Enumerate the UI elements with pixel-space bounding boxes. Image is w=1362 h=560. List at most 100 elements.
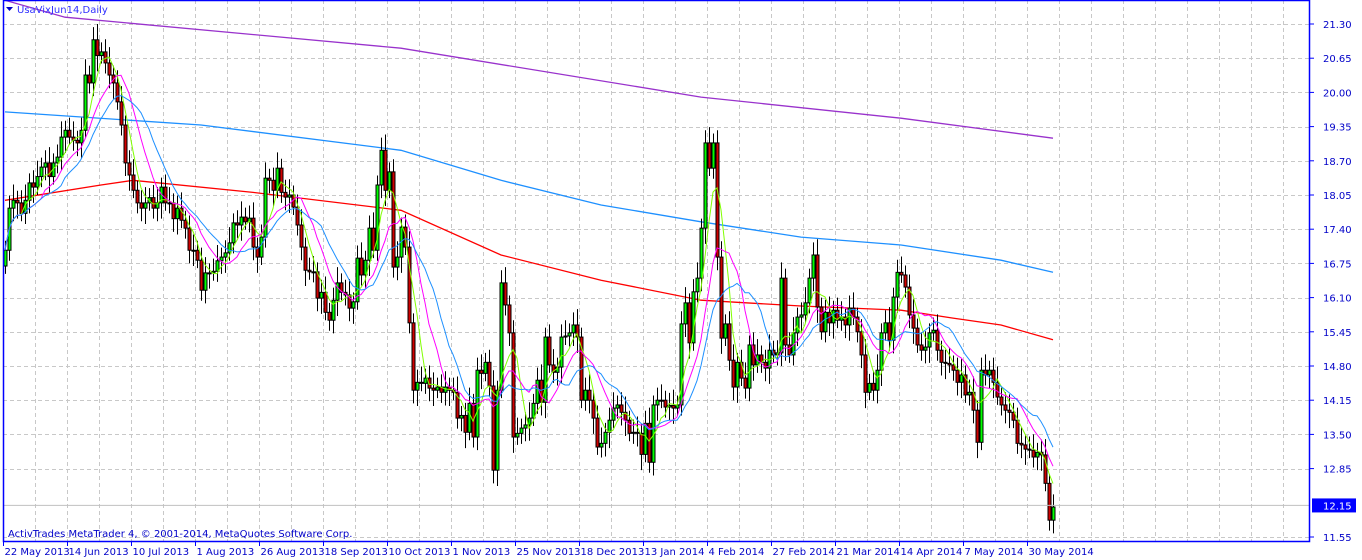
candle-body-bull bbox=[175, 207, 180, 220]
candle-body-bear bbox=[815, 254, 820, 308]
candle bbox=[63, 120, 68, 153]
candle-body-bear bbox=[431, 387, 436, 391]
candle-body-bull bbox=[699, 227, 704, 279]
candle bbox=[143, 187, 148, 224]
candle bbox=[551, 349, 556, 383]
candle bbox=[123, 115, 128, 177]
x-tick-label: 26 Aug 2013 bbox=[261, 547, 325, 558]
candle-body-bear bbox=[107, 62, 112, 76]
candle bbox=[823, 299, 828, 343]
candle bbox=[559, 324, 564, 383]
candle-body-bear bbox=[199, 259, 204, 291]
candle bbox=[1011, 402, 1016, 429]
candle bbox=[879, 323, 884, 386]
candle-body-bull bbox=[191, 249, 196, 252]
candle bbox=[871, 370, 876, 401]
candle bbox=[71, 121, 76, 151]
candle-body-bull bbox=[531, 402, 536, 419]
candle bbox=[503, 267, 508, 316]
candle-body-bear bbox=[595, 417, 600, 448]
candle-body-bear bbox=[1007, 409, 1012, 413]
candle bbox=[375, 175, 380, 261]
x-tick-label: 14 Apr 2014 bbox=[901, 547, 963, 558]
candle bbox=[927, 323, 932, 363]
candle bbox=[483, 352, 488, 382]
candle-body-bear bbox=[127, 162, 132, 176]
candle bbox=[783, 268, 788, 361]
y-tick-label: 16.10 bbox=[1323, 294, 1352, 305]
candle bbox=[607, 407, 612, 449]
x-tick-label: 25 Nov 2013 bbox=[517, 547, 581, 558]
candle bbox=[171, 193, 176, 232]
candle bbox=[727, 311, 732, 371]
candle-body-bull bbox=[227, 242, 232, 254]
x-tick-label: 13 Jan 2014 bbox=[645, 547, 705, 558]
candle bbox=[955, 357, 960, 396]
candle-body-bear bbox=[391, 171, 396, 268]
candle bbox=[863, 339, 868, 409]
candle bbox=[263, 162, 268, 248]
candle-body-bull bbox=[423, 377, 428, 384]
candle-body-bull bbox=[735, 361, 740, 388]
candle bbox=[1035, 442, 1040, 471]
candle bbox=[759, 345, 764, 373]
candle-body-bear bbox=[503, 282, 508, 306]
candle bbox=[971, 376, 976, 424]
candle-body-bear bbox=[587, 389, 592, 401]
candle-body-bull bbox=[415, 381, 420, 391]
y-tick-label: 15.45 bbox=[1323, 328, 1352, 339]
candle-body-bear bbox=[1003, 404, 1008, 411]
ma-long-purple-line bbox=[4, 0, 1054, 139]
candle bbox=[19, 190, 24, 222]
candle-body-bear bbox=[511, 332, 516, 438]
y-tick-label: 12.85 bbox=[1323, 465, 1352, 476]
candle bbox=[111, 65, 116, 99]
candle-body-bull bbox=[1035, 451, 1040, 458]
candle-body-bull bbox=[351, 301, 356, 309]
candle bbox=[435, 377, 440, 399]
candle bbox=[323, 276, 328, 321]
candle-body-bear bbox=[1047, 482, 1052, 521]
candle-body-bull bbox=[723, 323, 728, 339]
candle-body-bull bbox=[879, 332, 884, 371]
candle bbox=[1031, 434, 1036, 468]
candle-body-bear bbox=[487, 361, 492, 387]
candle-body-bear bbox=[787, 344, 792, 356]
candle bbox=[543, 327, 548, 419]
plot-frame bbox=[2, 0, 1311, 543]
candle-body-bear bbox=[871, 382, 876, 391]
candle-body-bull bbox=[1051, 506, 1056, 521]
price-chart[interactable]: 21.30 20.65 20.00 19.35 18.70 18.05 17.40 16.75… bbox=[0, 0, 1362, 560]
candle-body-bull bbox=[435, 386, 440, 391]
candle-body-bear bbox=[271, 179, 276, 191]
candle-body-bear bbox=[547, 336, 552, 366]
candle-body-bear bbox=[75, 139, 80, 144]
price-axis: 21.30 20.65 20.00 19.35 18.70 18.05 17.40 16.75… bbox=[1310, 20, 1356, 544]
chart-menu-triangle-icon[interactable] bbox=[6, 7, 13, 11]
candle-body-bear bbox=[939, 349, 944, 363]
ma-long-red-line bbox=[4, 179, 1054, 341]
candle-body-bull bbox=[3, 249, 8, 267]
candle bbox=[395, 241, 400, 281]
candle bbox=[963, 365, 968, 403]
candle bbox=[507, 295, 512, 347]
candle bbox=[619, 392, 624, 426]
chart-title: UsaVixJun14,Daily bbox=[17, 5, 108, 16]
candle bbox=[379, 137, 384, 199]
candle bbox=[875, 354, 880, 404]
candle bbox=[703, 130, 708, 244]
candle bbox=[899, 256, 904, 283]
candle-body-bull bbox=[11, 199, 16, 209]
candle bbox=[851, 292, 856, 325]
candle-body-bull bbox=[515, 432, 520, 438]
x-tick-label: 10 Jul 2013 bbox=[133, 547, 190, 558]
candle bbox=[719, 241, 724, 354]
candle bbox=[959, 359, 964, 399]
candle-body-bull bbox=[979, 369, 984, 443]
candle-body-bull bbox=[967, 391, 972, 396]
candle bbox=[127, 150, 132, 191]
candle bbox=[711, 133, 716, 179]
candle-body-bear bbox=[975, 409, 980, 443]
candle bbox=[223, 240, 228, 273]
time-axis: 22 May 201314 Jun 2013 10 Jul 2013 1 Aug 2… bbox=[3, 541, 1094, 558]
